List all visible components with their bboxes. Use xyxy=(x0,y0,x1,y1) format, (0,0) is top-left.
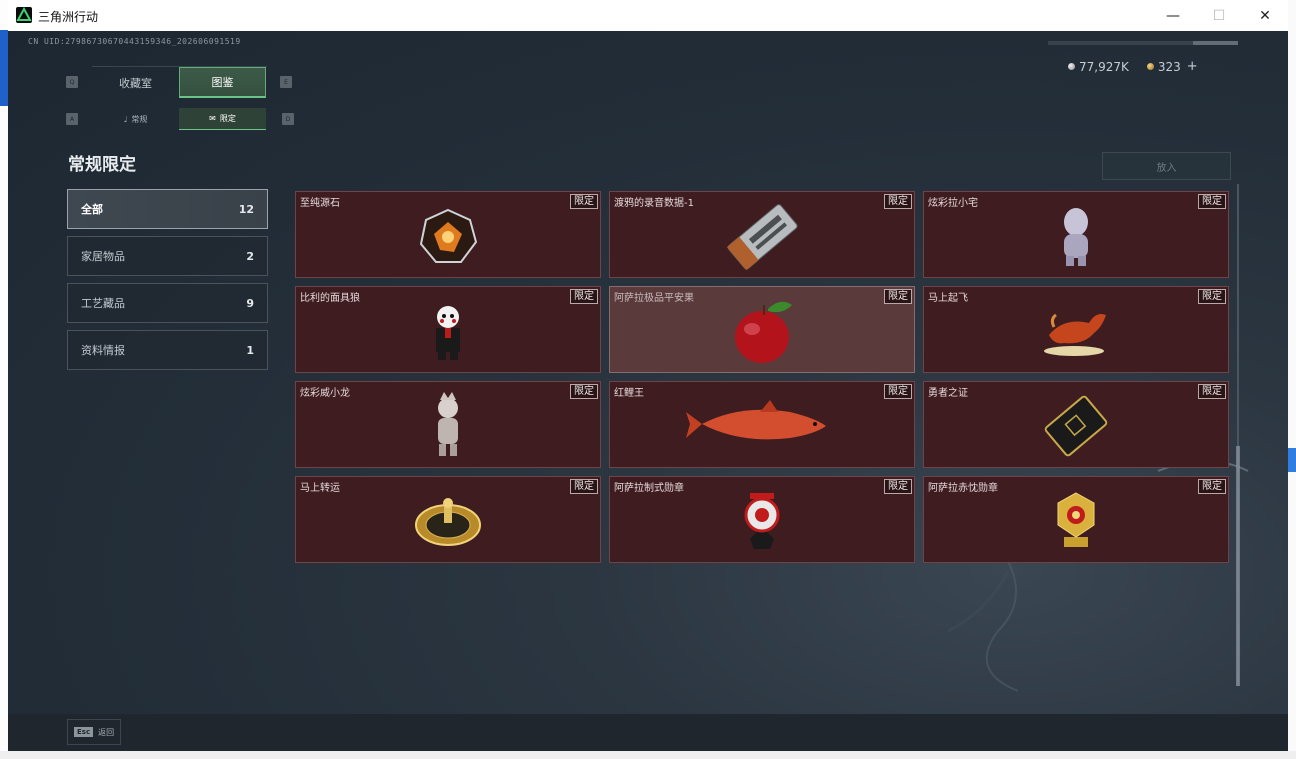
minimize-button[interactable]: — xyxy=(1150,0,1196,31)
esc-key-hint: Esc xyxy=(74,727,94,737)
back-button[interactable]: Esc 返回 xyxy=(67,719,121,745)
user-uid: CN UID:2798673067044315934​6_20260609151… xyxy=(28,37,241,46)
item-name: 渡鸦的录音数据-1 xyxy=(614,198,694,209)
item-card[interactable]: 阿萨拉极品平安果 限定 xyxy=(609,286,915,373)
category-count: 9 xyxy=(246,296,254,310)
key-hint-d: D xyxy=(282,113,294,125)
delta-logo-icon xyxy=(16,7,32,23)
key-hint-a: A xyxy=(66,113,78,125)
gem-icon xyxy=(419,208,478,263)
tab-regular-label: 常规 xyxy=(131,114,148,124)
currency-bar: 77,927K 323 + xyxy=(1068,59,1198,74)
item-name: 阿萨拉赤忱勋章 xyxy=(928,483,998,494)
desktop-edge-bottom xyxy=(0,751,1296,759)
top-decor-bar xyxy=(1193,41,1238,45)
category-home[interactable]: 家居物品 2 xyxy=(67,236,268,276)
key-hint-q: Q xyxy=(66,76,78,88)
item-card[interactable]: 渡鸦的录音数据-1 限定 xyxy=(609,191,915,278)
item-name: 炫彩威小龙 xyxy=(300,388,350,399)
limited-badge: 限定 xyxy=(1198,289,1226,304)
silver-coin-icon xyxy=(1068,63,1075,70)
item-name: 阿萨拉极品平安果 xyxy=(614,293,694,304)
item-card[interactable]: 阿萨拉制式勋章 限定 xyxy=(609,476,915,563)
limited-badge: 限定 xyxy=(884,289,912,304)
horse-icon xyxy=(1044,313,1106,356)
tab-codex[interactable]: 图鉴 xyxy=(179,67,266,98)
close-button[interactable]: ✕ xyxy=(1242,0,1288,31)
limited-badge: 限定 xyxy=(570,289,598,304)
desktop-edge-left xyxy=(0,0,8,759)
item-name: 红鲤王 xyxy=(614,388,644,399)
category-all[interactable]: 全部 12 xyxy=(67,189,268,229)
category-count: 12 xyxy=(238,202,254,216)
item-name: 勇者之证 xyxy=(928,388,968,399)
item-card[interactable]: 阿萨拉赤忱勋章 限定 xyxy=(923,476,1229,563)
app-window: 三角洲行动 — ☐ ✕ CN UID:2798673067044315934​6… xyxy=(8,0,1288,751)
tab-regular[interactable]: ♩ 常规 xyxy=(92,108,179,130)
item-card[interactable]: 勇者之证 限定 xyxy=(923,381,1229,468)
regular-icon: ♩ xyxy=(123,114,128,124)
window-title: 三角洲行动 xyxy=(38,10,99,24)
top-tabs: 收藏室 图鉴 xyxy=(92,66,267,98)
category-label: 工艺藏品 xyxy=(81,297,125,310)
item-name: 炫彩拉小宅 xyxy=(928,198,978,209)
tab-limited-label: 限定 xyxy=(219,114,236,123)
item-card[interactable]: 马上起飞 限定 xyxy=(923,286,1229,373)
card-icon xyxy=(1044,395,1108,457)
desktop-edge-right xyxy=(1288,0,1296,759)
key-hint-e: E xyxy=(280,76,292,88)
item-card[interactable]: 至纯源石 限定 xyxy=(295,191,601,278)
item-name: 至纯源石 xyxy=(300,198,340,209)
category-label: 资料情报 xyxy=(81,344,125,357)
item-name: 阿萨拉制式勋章 xyxy=(614,483,684,494)
limited-badge: 限定 xyxy=(570,479,598,494)
title-bar[interactable]: 三角洲行动 — ☐ ✕ xyxy=(8,0,1288,31)
category-label: 全部 xyxy=(81,203,103,216)
item-grid: 至纯源石 限定 渡鸦的录音数据-1 限定 炫彩拉小宅 限定 比利的面具狼 限定 … xyxy=(295,191,1231,563)
desktop-highlight xyxy=(1288,448,1296,472)
item-name: 马上转运 xyxy=(300,483,340,494)
currency-silver: 77,927K xyxy=(1079,59,1129,74)
item-card[interactable]: 炫彩拉小宅 限定 xyxy=(923,191,1229,278)
limited-badge: 限定 xyxy=(570,194,598,209)
limited-badge: 限定 xyxy=(1198,194,1226,209)
limited-badge: 限定 xyxy=(884,479,912,494)
section-title: 常规限定 xyxy=(68,155,136,175)
item-name: 马上起飞 xyxy=(928,293,968,304)
fish-icon xyxy=(686,400,826,440)
tab-collection-room[interactable]: 收藏室 xyxy=(92,67,179,98)
item-name: 比利的面具狼 xyxy=(300,293,360,304)
bottom-bar xyxy=(8,714,1288,751)
game-view: CN UID:2798673067044315934​6_20260609151… xyxy=(8,31,1288,751)
category-list: 全部 12 家居物品 2 工艺藏品 9 资料情报 1 xyxy=(67,189,268,377)
limited-badge: 限定 xyxy=(1198,384,1226,399)
limited-badge: 限定 xyxy=(884,194,912,209)
item-card[interactable]: 红鲤王 限定 xyxy=(609,381,915,468)
item-card[interactable]: 马上转运 限定 xyxy=(295,476,601,563)
limited-badge: 限定 xyxy=(1198,479,1226,494)
category-count: 2 xyxy=(246,249,254,263)
category-count: 1 xyxy=(246,343,254,357)
limited-badge: 限定 xyxy=(884,384,912,399)
scrollbar-thumb[interactable] xyxy=(1236,446,1240,686)
currency-gold: 323 xyxy=(1157,59,1181,74)
add-currency-button[interactable]: + xyxy=(1187,59,1198,74)
limited-badge: 限定 xyxy=(570,384,598,399)
tab-limited[interactable]: ✉ 限定 xyxy=(179,108,266,130)
item-card[interactable]: 比利的面具狼 限定 xyxy=(295,286,601,373)
gold-disc-icon xyxy=(415,498,481,546)
gold-coin-icon xyxy=(1146,63,1154,70)
category-crafts[interactable]: 工艺藏品 9 xyxy=(67,283,268,323)
maximize-button[interactable]: ☐ xyxy=(1196,0,1242,31)
item-card[interactable]: 炫彩威小龙 限定 xyxy=(295,381,601,468)
limited-icon: ✉ xyxy=(209,114,216,123)
desktop-highlight xyxy=(0,30,8,106)
category-intel[interactable]: 资料情报 1 xyxy=(67,330,268,370)
category-label: 家居物品 xyxy=(81,250,125,263)
put-in-button[interactable]: 放入 xyxy=(1102,152,1231,180)
sub-tabs: ♩ 常规 ✉ 限定 xyxy=(92,108,267,130)
back-label: 返回 xyxy=(98,727,115,737)
